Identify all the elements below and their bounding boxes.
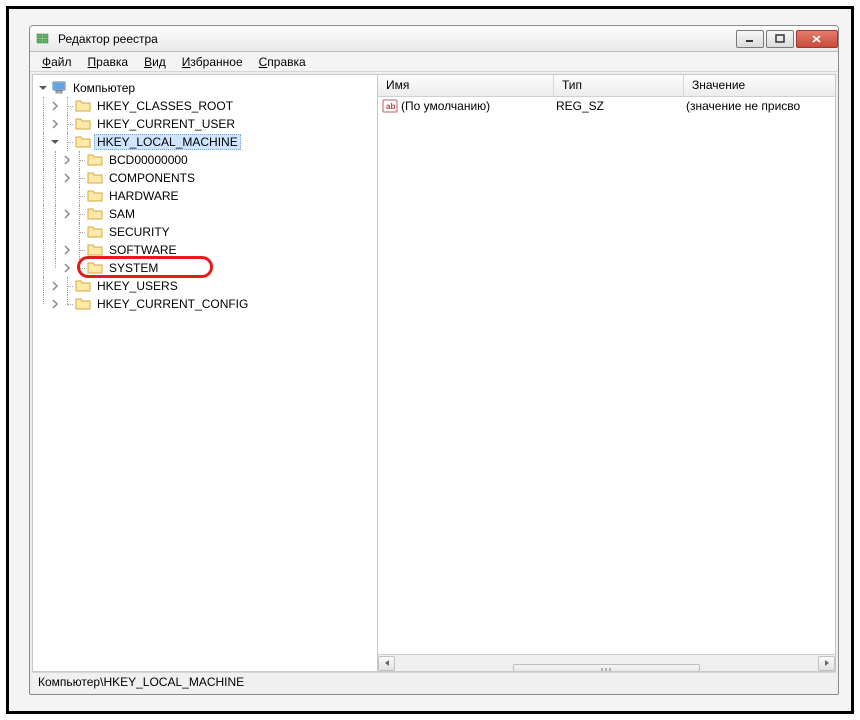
folder-icon xyxy=(87,206,103,222)
svg-text:ab: ab xyxy=(386,102,395,111)
statusbar: Компьютер\HKEY_LOCAL_MACHINE xyxy=(32,672,836,692)
scroll-left-button[interactable] xyxy=(378,656,395,671)
tree-label: COMPONENTS xyxy=(106,170,198,186)
list-pane: Имя Тип Значение ab (По умолчанию) REG xyxy=(378,75,835,671)
column-value[interactable]: Значение xyxy=(684,75,835,96)
column-name[interactable]: Имя xyxy=(378,75,554,96)
tree-key-hardware[interactable]: HARDWARE xyxy=(37,187,377,205)
cell-value: (значение не присво xyxy=(686,99,800,113)
tree-key-components[interactable]: COMPONENTS xyxy=(37,169,377,187)
expand-icon[interactable] xyxy=(49,280,61,292)
tree-key-system[interactable]: SYSTEM xyxy=(37,259,377,277)
tree-label: HKEY_CURRENT_USER xyxy=(94,116,238,132)
titlebar: Редактор реестра xyxy=(30,26,838,52)
folder-icon xyxy=(87,152,103,168)
minimize-button[interactable] xyxy=(736,30,764,48)
tree-pane[interactable]: Компьютер HKEY_CLASSES_ROOT xyxy=(33,75,378,671)
menu-edit[interactable]: Правка xyxy=(80,53,137,71)
folder-icon xyxy=(75,278,91,294)
folder-icon xyxy=(87,188,103,204)
tree-label: SOFTWARE xyxy=(106,242,180,258)
collapse-icon[interactable] xyxy=(37,82,49,94)
client-area: Компьютер HKEY_CLASSES_ROOT xyxy=(32,74,836,672)
menu-favorites[interactable]: Избранное xyxy=(174,53,251,71)
tree-key-sam[interactable]: SAM xyxy=(37,205,377,223)
tree-key-bcd[interactable]: BCD00000000 xyxy=(37,151,377,169)
expand-icon[interactable] xyxy=(49,100,61,112)
expand-icon[interactable] xyxy=(61,262,73,274)
tree-label-selected: HKEY_LOCAL_MACHINE xyxy=(94,134,241,150)
list-header: Имя Тип Значение xyxy=(378,75,835,97)
list-body[interactable]: ab (По умолчанию) REG_SZ (значение не пр… xyxy=(378,97,835,654)
folder-icon xyxy=(75,296,91,312)
expand-icon[interactable] xyxy=(49,298,61,310)
tree-label: HKEY_USERS xyxy=(94,278,181,294)
tree-label: SAM xyxy=(106,206,138,222)
scroll-thumb[interactable] xyxy=(513,664,699,672)
tree-hive-hkcu[interactable]: HKEY_CURRENT_USER xyxy=(37,115,377,133)
registry-editor-window: Редактор реестра Файл Правка Вид Избранн… xyxy=(29,25,839,695)
tree-label: HKEY_CURRENT_CONFIG xyxy=(94,296,251,312)
folder-icon xyxy=(75,134,91,150)
cell-type: REG_SZ xyxy=(556,99,686,113)
close-button[interactable] xyxy=(796,30,838,48)
computer-icon xyxy=(51,80,67,96)
menubar: Файл Правка Вид Избранное Справка xyxy=(30,52,838,72)
collapse-icon[interactable] xyxy=(49,136,61,148)
expand-icon[interactable] xyxy=(61,172,73,184)
string-value-icon: ab xyxy=(382,98,398,114)
expand-icon[interactable] xyxy=(61,208,73,220)
tree-hive-hkcc[interactable]: HKEY_CURRENT_CONFIG xyxy=(37,295,377,313)
tree-hive-hku[interactable]: HKEY_USERS xyxy=(37,277,377,295)
folder-icon xyxy=(87,260,103,276)
statusbar-path: Компьютер\HKEY_LOCAL_MACHINE xyxy=(38,675,244,689)
scroll-right-button[interactable] xyxy=(818,656,835,671)
list-row[interactable]: ab (По умолчанию) REG_SZ (значение не пр… xyxy=(378,97,835,115)
tree-label: SYSTEM xyxy=(106,260,161,276)
folder-icon xyxy=(87,170,103,186)
tree-label: HARDWARE xyxy=(106,188,182,204)
folder-icon xyxy=(75,116,91,132)
folder-icon xyxy=(75,98,91,114)
tree-label: Компьютер xyxy=(70,80,138,96)
app-icon xyxy=(36,31,52,47)
expand-icon[interactable] xyxy=(49,118,61,130)
cell-name: (По умолчанию) xyxy=(401,99,556,113)
tree-label: SECURITY xyxy=(106,224,173,240)
expand-icon[interactable] xyxy=(61,154,73,166)
tree-hive-hklm[interactable]: HKEY_LOCAL_MACHINE xyxy=(37,133,377,151)
folder-icon xyxy=(87,224,103,240)
maximize-button[interactable] xyxy=(766,30,794,48)
window-title: Редактор реестра xyxy=(58,32,158,46)
menu-view[interactable]: Вид xyxy=(136,53,174,71)
tree-root-computer[interactable]: Компьютер xyxy=(37,79,377,97)
tree-hive-hkcr[interactable]: HKEY_CLASSES_ROOT xyxy=(37,97,377,115)
tree-key-security[interactable]: SECURITY xyxy=(37,223,377,241)
menu-help[interactable]: Справка xyxy=(251,53,314,71)
tree-label: HKEY_CLASSES_ROOT xyxy=(94,98,236,114)
menu-file[interactable]: Файл xyxy=(34,53,80,71)
column-type[interactable]: Тип xyxy=(554,75,684,96)
horizontal-scrollbar[interactable] xyxy=(378,654,835,671)
folder-icon xyxy=(87,242,103,258)
tree-key-software[interactable]: SOFTWARE xyxy=(37,241,377,259)
expand-icon[interactable] xyxy=(61,244,73,256)
tree-label: BCD00000000 xyxy=(106,152,191,168)
